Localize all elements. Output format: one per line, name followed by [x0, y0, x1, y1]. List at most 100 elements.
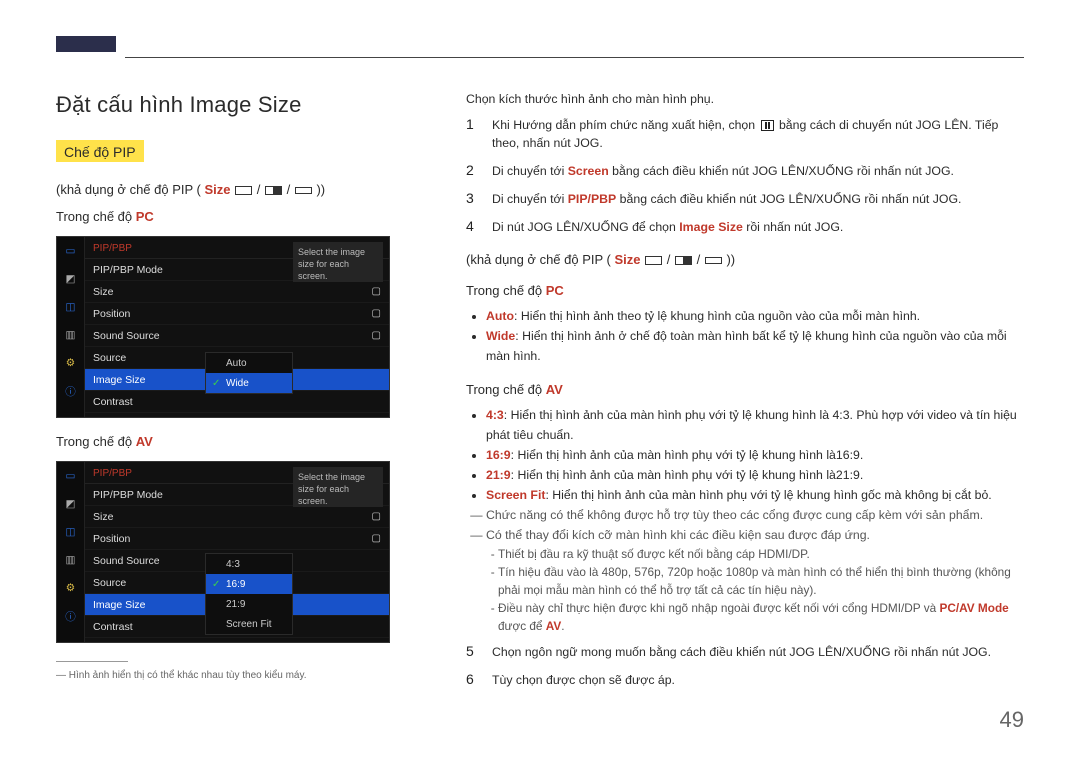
- list-item: 21:9: Hiển thị hình ảnh của màn hình phụ…: [486, 465, 1024, 485]
- osd-option[interactable]: ✓ Wide: [206, 373, 292, 393]
- step-5: 5 Chọn ngôn ngữ mong muốn bằng cách điều…: [466, 643, 1024, 661]
- gear-icon: ⚙: [57, 574, 84, 602]
- step-body: Di chuyển tới PIP/PBP bằng cách điều khi…: [492, 190, 1024, 208]
- subnote-item: Điều này chỉ thực hiện được khi ngõ nhập…: [498, 599, 1024, 635]
- footnote-rule: [56, 661, 128, 662]
- osd-desc: Select the image size for each screen.: [293, 242, 383, 282]
- step-keyword: PIP/PBP: [568, 192, 617, 206]
- subnote-text: Điều này chỉ thực hiện được khi ngõ nhập…: [498, 601, 939, 615]
- bullet-kw: Wide: [486, 329, 515, 343]
- subnote-text: được để: [498, 619, 546, 633]
- check-icon: ✓: [212, 579, 222, 590]
- osd-row[interactable]: Position▢: [85, 303, 389, 325]
- osd-row[interactable]: Contrast: [85, 391, 389, 413]
- subnote-item: Tín hiệu đầu vào là 480p, 576p, 720p hoặ…: [498, 563, 1024, 599]
- osd-row-value: ▢: [372, 308, 381, 319]
- osd-menu-pc: ▭ ◩ ◫ ▥ ⚙ ⓘ PIP/PBP Select the image siz…: [56, 236, 390, 418]
- info-icon: ⓘ: [57, 602, 84, 630]
- left-column: Đặt cấu hình Image Size Chế độ PIP (khả …: [56, 92, 426, 699]
- step-body: Tùy chọn được chọn sẽ được áp.: [492, 671, 1024, 689]
- gear-icon: ⚙: [57, 349, 84, 377]
- rect-icon: [235, 186, 252, 195]
- step-num: 5: [466, 643, 480, 661]
- step-text: Di nút JOG LÊN/XUỐNG để chọn: [492, 220, 679, 234]
- availability-line-2: (khả dụng ở chế độ PIP ( Size / / )): [466, 252, 1024, 267]
- step-body: Khi Hướng dẫn phím chức năng xuất hiện, …: [492, 116, 1024, 152]
- osd-row[interactable]: Sound Source▢: [85, 325, 389, 347]
- pc2-pre: Trong chế độ: [466, 283, 546, 298]
- page-title: Đặt cấu hình Image Size: [56, 92, 426, 118]
- bullet-text: : Hiển thị hình ảnh của màn hình phụ với…: [486, 408, 1017, 442]
- step-num: 4: [466, 218, 480, 236]
- monitor-icon: ▭: [57, 462, 84, 490]
- footnote: ― Hình ảnh hiển thị có thể khác nhau tùy…: [56, 670, 426, 681]
- rect-icon: [295, 187, 312, 194]
- step-6: 6 Tùy chọn được chọn sẽ được áp.: [466, 671, 1024, 689]
- osd-menu-av: ▭ ◩ ◫ ▥ ⚙ ⓘ PIP/PBP Select the image siz…: [56, 461, 390, 643]
- avail2-post: )): [726, 252, 735, 267]
- pc-mode-heading-2: Trong chế độ PC: [466, 283, 1024, 298]
- pc-mode-pre: Trong chế độ: [56, 209, 136, 224]
- step-num: 6: [466, 671, 480, 689]
- list-item: 4:3: Hiển thị hình ảnh của màn hình phụ …: [486, 405, 1024, 445]
- pc-mode-heading: Trong chế độ PC: [56, 209, 426, 224]
- osd-option-label: Wide: [226, 378, 249, 389]
- osd-row[interactable]: Size▢: [85, 281, 389, 303]
- picture-icon: ◩: [57, 490, 84, 518]
- osd-submenu: 4:3 ✓16:921:9 Screen Fit: [205, 553, 293, 635]
- osd-sidebar: ▭ ◩ ◫ ▥ ⚙ ⓘ: [57, 237, 85, 417]
- monitor-icon: ▭: [57, 237, 84, 265]
- step-text: Khi Hướng dẫn phím chức năng xuất hiện, …: [492, 118, 759, 132]
- osd-option[interactable]: 21:9: [206, 594, 292, 614]
- subnotes-list: Thiết bị đầu ra kỹ thuật số được kết nối…: [498, 545, 1024, 635]
- pc-bullet-list: Auto: Hiển thị hình ảnh theo tỷ lệ khung…: [486, 306, 1024, 366]
- osd-option-label: 4:3: [226, 559, 240, 570]
- avail-pre: (khả dụng ở chế độ PIP (: [56, 182, 201, 197]
- list-item: Wide: Hiển thị hình ảnh ở chế độ toàn mà…: [486, 326, 1024, 366]
- av2-kw: AV: [546, 382, 563, 397]
- picture-icon: ◩: [57, 265, 84, 293]
- bullet-text: : Hiển thị hình ảnh của màn hình phụ với…: [511, 468, 864, 482]
- osd-option[interactable]: ✓16:9: [206, 574, 292, 594]
- osd-row-label: Contrast: [93, 396, 381, 408]
- step-body: Di nút JOG LÊN/XUỐNG để chọn Image Size …: [492, 218, 1024, 236]
- osd-option[interactable]: 4:3: [206, 554, 292, 574]
- availability-line: (khả dụng ở chế độ PIP ( Size / / )): [56, 182, 426, 197]
- notes-list: Chức năng có thể không được hỗ trợ tùy t…: [486, 505, 1024, 545]
- screen-icon: ▥: [57, 546, 84, 574]
- subnote-item: Thiết bị đầu ra kỹ thuật số được kết nối…: [498, 545, 1024, 563]
- step-keyword: Image Size: [679, 220, 743, 234]
- bullet-text: : Hiển thị hình ảnh của màn hình phụ với…: [511, 448, 864, 462]
- osd-option-label: Screen Fit: [226, 619, 272, 630]
- osd-row-value: ▢: [372, 286, 381, 297]
- rect-icon: [265, 186, 282, 195]
- intro-text: Chọn kích thước hình ảnh cho màn hình ph…: [466, 92, 1024, 106]
- step: 1Khi Hướng dẫn phím chức năng xuất hiện,…: [466, 116, 1024, 152]
- pc-mode-kw: PC: [136, 209, 154, 224]
- rect-icon: [645, 256, 662, 265]
- header-rule: [125, 57, 1024, 58]
- av-bullet-list: 4:3: Hiển thị hình ảnh của màn hình phụ …: [486, 405, 1024, 505]
- osd-row[interactable]: Position▢: [85, 528, 389, 550]
- osd-sidebar: ▭ ◩ ◫ ▥ ⚙ ⓘ: [57, 462, 85, 642]
- avail-post: )): [316, 182, 325, 197]
- osd-row-label: Position: [93, 533, 372, 545]
- step-text: bằng cách điều khiển nút JOG LÊN/XUỐNG r…: [616, 192, 961, 206]
- pip-icon: ◫: [57, 518, 84, 546]
- osd-row-label: Position: [93, 308, 372, 320]
- menu-icon: [761, 120, 774, 131]
- info-icon: ⓘ: [57, 377, 84, 405]
- step-text: Di chuyển tới: [492, 164, 568, 178]
- osd-option[interactable]: Auto: [206, 353, 292, 373]
- step: 2Di chuyển tới Screen bằng cách điều khi…: [466, 162, 1024, 180]
- step-body: Di chuyển tới Screen bằng cách điều khiể…: [492, 162, 1024, 180]
- osd-body: PIP/PBP Select the image size for each s…: [85, 237, 389, 417]
- step-text: Di chuyển tới: [492, 192, 568, 206]
- step: 3Di chuyển tới PIP/PBP bằng cách điều kh…: [466, 190, 1024, 208]
- osd-row-label: Size: [93, 286, 372, 298]
- osd-option[interactable]: Screen Fit: [206, 614, 292, 634]
- av-mode-heading: Trong chế độ AV: [56, 434, 426, 449]
- check-icon: ✓: [212, 378, 222, 389]
- osd-row[interactable]: Size▢: [85, 506, 389, 528]
- av2-pre: Trong chế độ: [466, 382, 546, 397]
